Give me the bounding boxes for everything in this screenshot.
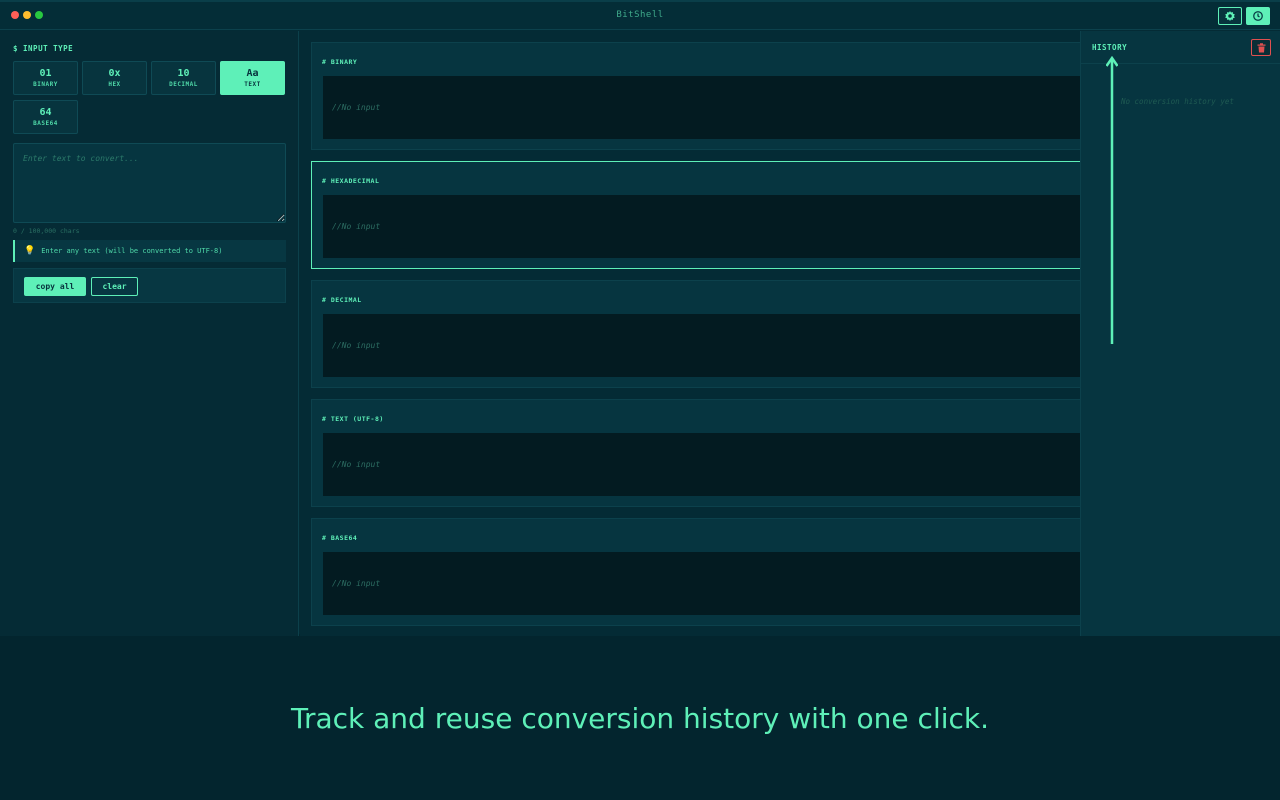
settings-button[interactable] — [1218, 7, 1242, 25]
input-sidebar: $ INPUT TYPE 01 BINARY 0x HEX 10 DECIMAL… — [0, 31, 299, 636]
app-title: BitShell — [616, 10, 664, 20]
input-type-label: $ INPUT TYPE — [13, 44, 74, 53]
clear-button[interactable]: clear — [91, 277, 138, 296]
app-window: BitShell $ INPUT TYPE 01 BINARY 0x HEX 1… — [0, 0, 1280, 636]
text-input[interactable] — [13, 143, 286, 223]
type-name: BASE64 — [33, 120, 58, 127]
history-toggle-button[interactable] — [1246, 7, 1270, 25]
output-card-decimal: # DECIMAL //No input — [311, 280, 1092, 388]
output-title: # TEXT (UTF-8) — [322, 415, 384, 423]
gear-icon — [1225, 11, 1235, 21]
output-title: # HEXADECIMAL — [322, 177, 380, 185]
type-symbol: 0x — [108, 68, 121, 79]
output-value[interactable]: //No input — [323, 433, 1092, 496]
type-name: BINARY — [33, 81, 58, 88]
type-text-button[interactable]: Aa TEXT — [220, 61, 285, 95]
output-value[interactable]: //No input — [323, 314, 1092, 377]
output-card-base64: # BASE64 //No input — [311, 518, 1092, 626]
trash-icon — [1257, 42, 1265, 52]
copy-all-button[interactable]: copy all — [24, 277, 86, 296]
output-area: # BINARY //No input # HEXADECIMAL //No i… — [300, 31, 1092, 636]
output-title: # DECIMAL — [322, 296, 362, 304]
clock-icon — [1253, 11, 1263, 21]
type-name: TEXT — [244, 81, 261, 88]
callout-arrow — [1106, 56, 1118, 344]
type-symbol: 10 — [177, 68, 190, 79]
hint-text: Enter any text (will be converted to UTF… — [41, 247, 223, 255]
type-base64-button[interactable]: 64 BASE64 — [13, 100, 78, 134]
history-empty-text: No conversion history yet — [1121, 97, 1234, 106]
output-title: # BINARY — [322, 58, 358, 66]
type-decimal-button[interactable]: 10 DECIMAL — [151, 61, 216, 95]
type-binary-button[interactable]: 01 BINARY — [13, 61, 78, 95]
type-symbol: 01 — [39, 68, 52, 79]
output-title: # BASE64 — [322, 534, 358, 542]
type-name: HEX — [108, 81, 121, 88]
type-name: DECIMAL — [169, 81, 198, 88]
feature-caption: Track and reuse conversion history with … — [290, 702, 990, 735]
type-hex-button[interactable]: 0x HEX — [82, 61, 147, 95]
input-hint: 💡 Enter any text (will be converted to U… — [13, 240, 286, 262]
title-bar: BitShell — [0, 2, 1280, 30]
type-symbol: Aa — [246, 68, 259, 79]
action-bar: copy all clear — [13, 268, 286, 303]
output-card-binary: # BINARY //No input — [311, 42, 1092, 150]
history-title: HISTORY — [1092, 43, 1128, 52]
output-value[interactable]: //No input — [323, 552, 1092, 615]
output-card-hexadecimal: # HEXADECIMAL //No input — [311, 161, 1092, 269]
clear-history-button[interactable] — [1251, 39, 1271, 56]
type-symbol: 64 — [39, 107, 52, 118]
output-value[interactable]: //No input — [323, 195, 1092, 258]
char-count: 0 / 100,000 chars — [13, 227, 80, 235]
lightbulb-icon: 💡 — [24, 246, 36, 256]
output-value[interactable]: //No input — [323, 76, 1092, 139]
output-card-text: # TEXT (UTF-8) //No input — [311, 399, 1092, 507]
